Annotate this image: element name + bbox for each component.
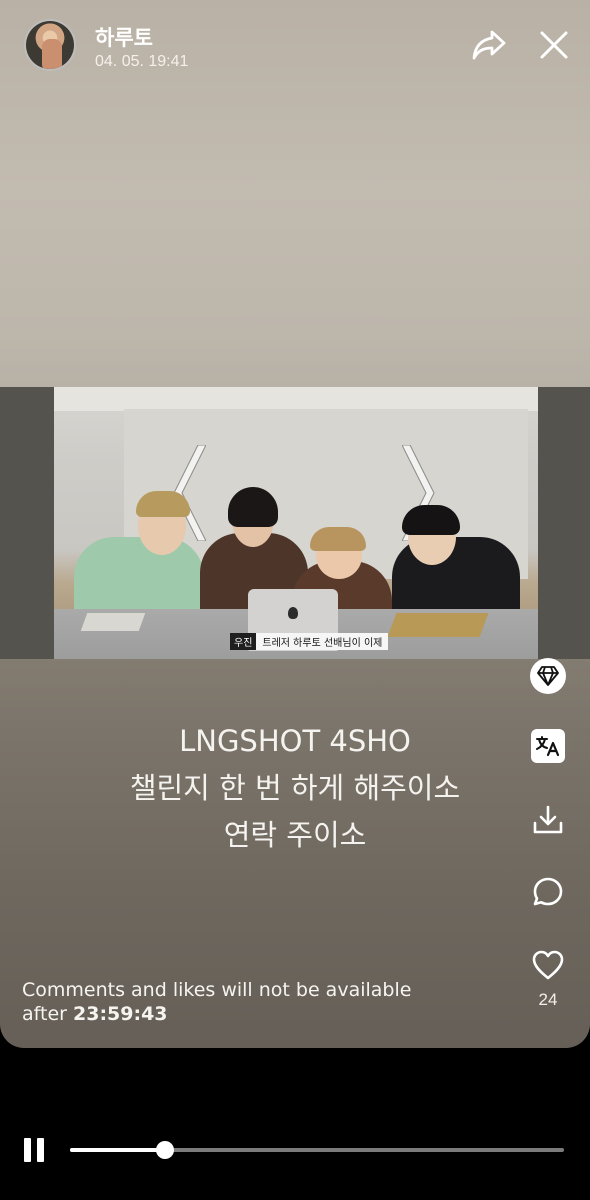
comment-button[interactable] xyxy=(528,872,568,912)
avatar[interactable] xyxy=(24,19,76,71)
translate-button[interactable] xyxy=(528,728,568,764)
progress-bar[interactable] xyxy=(70,1141,564,1159)
caption-line: LNGSHOT 4SHO xyxy=(179,724,411,758)
progress-fill xyxy=(70,1148,165,1152)
video-subtitle: 우진 트레저 하루토 선배님이 이제 xyxy=(230,632,389,650)
notice-countdown: 23:59:43 xyxy=(73,1003,168,1025)
user-name[interactable]: 하루토 xyxy=(95,22,153,52)
translate-icon xyxy=(536,736,560,757)
share-arrow-icon xyxy=(472,30,506,60)
progress-scrubber[interactable] xyxy=(155,1141,174,1159)
download-button[interactable] xyxy=(528,800,568,840)
subtitle-speaker: 우진 xyxy=(230,632,257,650)
subtitle-text: 트레저 하루토 선배님이 이제 xyxy=(256,632,389,650)
like-button[interactable] xyxy=(528,945,568,985)
close-icon xyxy=(540,31,568,59)
pause-button[interactable] xyxy=(24,1138,46,1162)
download-icon xyxy=(533,805,563,834)
post-card: 하루토 04. 05. 19:41 우진 트레저 하루토 선배님이 이제 LNG… xyxy=(0,0,590,1048)
post-caption: LNGSHOT 4SHO 챌린지 한 번 하게 해주이소 연락 주이소 xyxy=(0,718,590,859)
comment-icon xyxy=(533,877,563,906)
close-button[interactable] xyxy=(533,24,575,66)
heart-icon xyxy=(532,950,564,980)
like-count: 24 xyxy=(538,990,558,1009)
pause-icon xyxy=(24,1138,31,1162)
gem-button[interactable] xyxy=(528,658,568,694)
post-timestamp: 04. 05. 19:41 xyxy=(95,53,189,70)
availability-notice: Comments and likes will not be available… xyxy=(22,978,462,1026)
diamond-icon xyxy=(537,666,559,686)
video-player[interactable]: 우진 트레저 하루토 선배님이 이제 xyxy=(0,387,590,659)
share-button[interactable] xyxy=(468,24,510,66)
caption-line: 연락 주이소 xyxy=(223,818,367,852)
caption-line: 챌린지 한 번 하게 해주이소 xyxy=(129,771,461,805)
